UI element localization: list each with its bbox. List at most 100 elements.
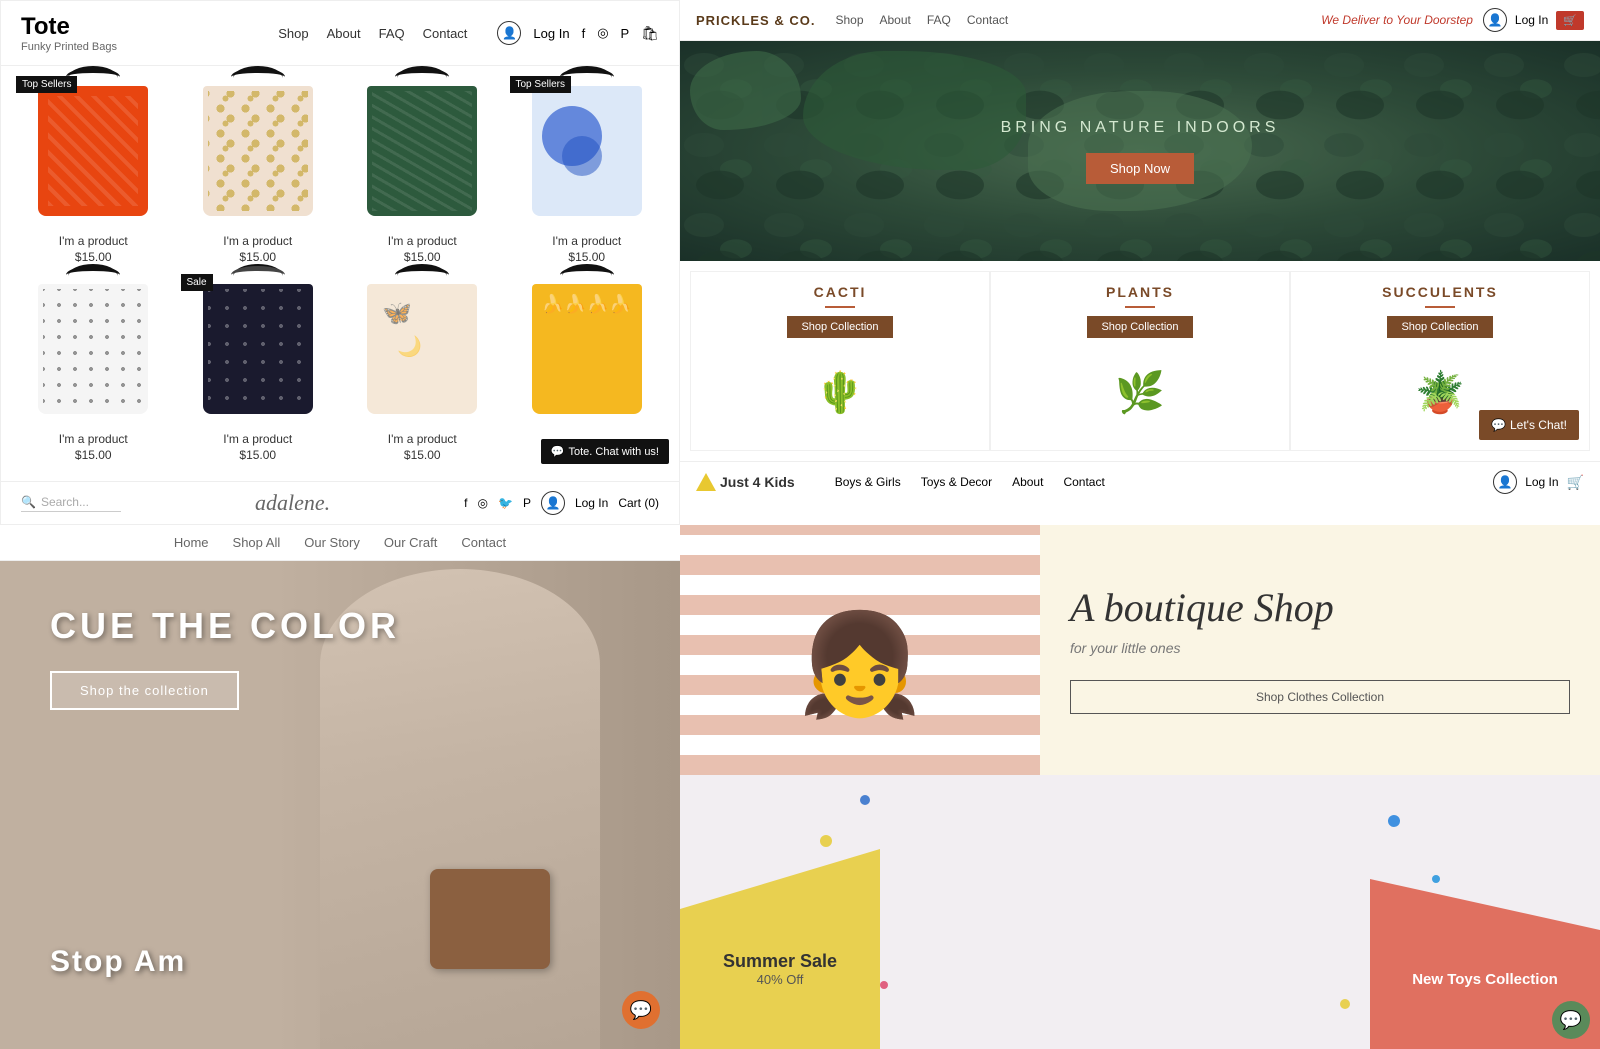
boutique-panel: 👧 A boutique Shop for your little ones S…: [680, 525, 1600, 1049]
prickles-nav-faq[interactable]: FAQ: [927, 13, 951, 27]
tote-login-link[interactable]: Log In: [533, 26, 569, 41]
tote-chat-widget[interactable]: 💬 Tote. Chat with us!: [541, 439, 669, 464]
tote-cart-icon[interactable]: 🛍: [641, 25, 659, 42]
dot-yellow-1: [820, 835, 832, 847]
prickles-chat-icon: 💬: [1491, 418, 1506, 432]
just4kids-nav-contact[interactable]: Contact: [1063, 475, 1104, 489]
prickles-chat-label: Let's Chat!: [1510, 418, 1567, 432]
tote-fb-icon: f: [582, 26, 586, 41]
prickles-shop-now-button[interactable]: Shop Now: [1086, 153, 1194, 184]
tote-product-7-name: I'm a product: [345, 432, 500, 446]
adalene-nav-ourcraft[interactable]: Our Craft: [384, 535, 437, 550]
prickles-store-panel: PRICKLES & CO. Shop About FAQ Contact We…: [680, 0, 1600, 525]
footer-fb-icon: f: [464, 496, 467, 510]
boutique-child-emoji: 👧: [760, 555, 960, 775]
prickles-nav-right: 👤 Log In 🛒: [1483, 8, 1584, 32]
tote-chat-label: Tote. Chat with us!: [569, 446, 660, 458]
prickles-plants-category: PLANTS Shop Collection 🌿: [990, 271, 1290, 451]
just4kids-cart-icon[interactable]: 🛒: [1567, 474, 1584, 491]
just4kids-nav-boys[interactable]: Boys & Girls: [835, 475, 901, 489]
tote-nav-contact[interactable]: Contact: [423, 26, 468, 41]
tote-product-5-name: I'm a product: [16, 432, 171, 446]
prickles-nav-about[interactable]: About: [880, 13, 911, 27]
tote-product-5[interactable]: I'm a product $15.00: [16, 274, 171, 462]
prickles-user-icon: 👤: [1483, 8, 1507, 32]
boutique-sale-section: Summer Sale 40% Off New Toys Collection …: [680, 775, 1600, 1049]
tote-product-1-price: $15.00: [16, 250, 171, 264]
tote-product-7[interactable]: 🦋 🌙 I'm a product $15.00: [345, 274, 500, 462]
adalene-shop-button[interactable]: Shop the collection: [50, 671, 239, 710]
tote-product-4-img: [522, 76, 652, 226]
footer-pin-icon: P: [523, 496, 531, 510]
tote-product-4-price: $15.00: [510, 250, 665, 264]
tote-nav-faq[interactable]: FAQ: [379, 26, 405, 41]
prickles-hero-title: BRING NATURE INDOORS: [1001, 119, 1280, 137]
adalene-navbar: Home Shop All Our Story Our Craft Contac…: [0, 525, 680, 561]
prickles-nav-shop[interactable]: Shop: [835, 13, 863, 27]
prickles-plants-title: PLANTS: [1106, 284, 1174, 300]
tote-product-6[interactable]: Sale I'm a product $15.00: [181, 274, 336, 462]
prickles-succulents-shop-button[interactable]: Shop Collection: [1387, 316, 1492, 338]
summer-sale-title: Summer Sale: [723, 951, 837, 972]
search-icon: 🔍: [21, 495, 36, 509]
just4kids-nav-toys[interactable]: Toys & Decor: [921, 475, 992, 489]
just4kids-nav-about[interactable]: About: [1012, 475, 1043, 489]
prickles-cacti-shop-button[interactable]: Shop Collection: [787, 316, 892, 338]
prickles-plants-shop-button[interactable]: Shop Collection: [1087, 316, 1192, 338]
tote-nav-shop[interactable]: Shop: [278, 26, 308, 41]
footer-ig-icon: ◎: [478, 496, 488, 510]
adalene-nav-contact[interactable]: Contact: [461, 535, 506, 550]
adalene-hero-content: CUE THE COLOR Shop the collection: [0, 525, 680, 790]
tote-search-bar[interactable]: 🔍 Search...: [21, 495, 121, 512]
boutique-hero-text: A boutique Shop for your little ones Sho…: [1040, 525, 1600, 775]
prickles-succulents-image: 🪴: [1415, 346, 1465, 438]
prickles-sub-navbar: Just 4 Kids Boys & Girls Toys & Decor Ab…: [680, 461, 1600, 502]
prickles-deliver-text: We Deliver to Your Doorstep: [1321, 13, 1473, 27]
tote-search-placeholder: Search...: [41, 495, 89, 509]
tote-product-2-price: $15.00: [181, 250, 336, 264]
just4kids-login[interactable]: Log In: [1525, 475, 1558, 489]
boutique-chat-icon[interactable]: 💬: [1552, 1001, 1590, 1039]
tote-product-3-price: $15.00: [345, 250, 500, 264]
tote-ig-icon: ◎: [597, 25, 608, 41]
boutique-subtitle: for your little ones: [1070, 640, 1570, 656]
prickles-cacti-image: 🌵: [815, 346, 865, 438]
adalene-panel: Home Shop All Our Story Our Craft Contac…: [0, 525, 680, 1049]
adalene-chat-icon[interactable]: 💬: [622, 991, 660, 1029]
footer-cart[interactable]: Cart (0): [618, 496, 659, 510]
prickles-nav-contact[interactable]: Contact: [967, 13, 1008, 27]
adalene-nav-shopall[interactable]: Shop All: [233, 535, 281, 550]
boutique-title-line1: A boutique Shop: [1070, 585, 1334, 630]
footer-login[interactable]: Log In: [575, 496, 608, 510]
tote-product-1[interactable]: Top Sellers I'm a product $15.00: [16, 76, 171, 264]
prickles-cacti-title: CACTI: [814, 284, 867, 300]
prickles-cart-badge[interactable]: 🛒: [1556, 11, 1584, 30]
adalene-nav-home[interactable]: Home: [174, 535, 209, 550]
tote-product-4[interactable]: Top Sellers I'm a product $15.00: [510, 76, 665, 264]
tote-pin-icon: P: [621, 26, 630, 41]
adalene-nav-ourstory[interactable]: Our Story: [304, 535, 360, 550]
prickles-cacti-category: CACTI Shop Collection 🌵: [690, 271, 990, 451]
tote-product-3[interactable]: I'm a product $15.00: [345, 76, 500, 264]
prickles-chat-button[interactable]: 💬 Let's Chat!: [1479, 410, 1579, 440]
prickles-hero: BRING NATURE INDOORS Shop Now: [680, 41, 1600, 261]
tote-product-3-name: I'm a product: [345, 234, 500, 248]
tote-product-6-price: $15.00: [181, 448, 336, 462]
just4kids-logo-triangle: [696, 473, 716, 491]
prickles-login[interactable]: Log In: [1515, 13, 1548, 27]
boutique-shop-clothes-button[interactable]: Shop Clothes Collection: [1070, 680, 1570, 714]
tote-product-2-img: [193, 76, 323, 226]
tote-product-2[interactable]: I'm a product $15.00: [181, 76, 336, 264]
tote-product-1-img: [28, 76, 158, 226]
boutique-hero: 👧 A boutique Shop for your little ones S…: [680, 525, 1600, 775]
tote-products-grid: Top Sellers I'm a product $15.00 I'm a p…: [1, 66, 679, 472]
dot-blue-3: [1432, 875, 1440, 883]
prickles-plants-image: 🌿: [1115, 346, 1165, 438]
adalene-hero-title: CUE THE COLOR: [50, 605, 620, 647]
prickles-succulents-category: SUCCULENTS Shop Collection 🪴 💬 Let's Cha…: [1290, 271, 1590, 451]
boutique-child-image: 👧: [680, 525, 1040, 775]
tote-product-8[interactable]: 🍌🍌🍌🍌: [510, 274, 665, 462]
tote-nav-about[interactable]: About: [327, 26, 361, 41]
tote-product-1-badge: Top Sellers: [16, 76, 77, 93]
tote-product-2-name: I'm a product: [181, 234, 336, 248]
